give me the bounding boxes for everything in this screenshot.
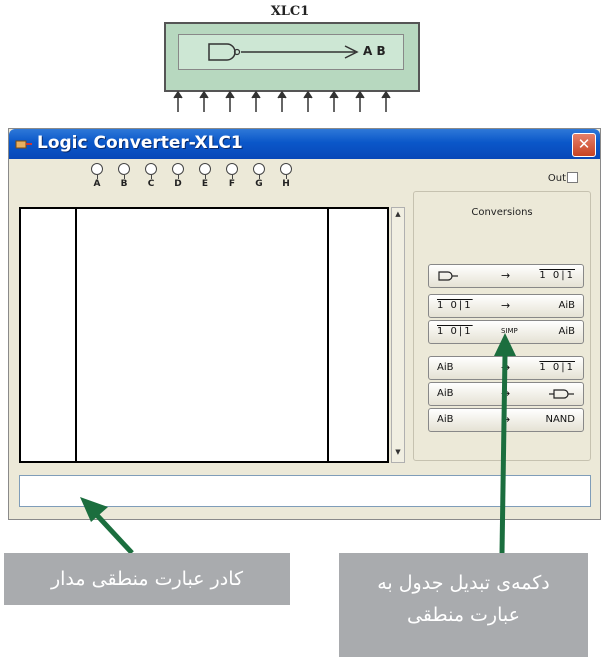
window-titlebar[interactable]: Logic Converter-XLC1 ✕ [9, 129, 600, 159]
conversions-group: Conversions → 1 0|1 1 0|1 → AiB 1 0|1 SI… [413, 191, 591, 461]
input-terminal-a[interactable]: A [89, 163, 105, 190]
circuit-to-truth-table-button[interactable]: → 1 0|1 [428, 264, 584, 288]
expression-to-circuit-button[interactable]: AiB → [428, 382, 584, 406]
arrow-icon: → [501, 361, 511, 374]
scroll-up-icon[interactable]: ▲ [393, 210, 403, 222]
expression-icon: AiB [437, 414, 454, 425]
out-label: Out [547, 173, 566, 184]
expression-icon: AiB [558, 300, 575, 311]
component-pins [164, 90, 420, 130]
input-terminal-b[interactable]: B [116, 163, 132, 190]
logic-converter-window: Logic Converter-XLC1 ✕ A B C D E F G H O… [8, 128, 601, 520]
truth-table-scrollbar[interactable]: ▲ ▼ [391, 207, 405, 463]
truth-table-icon: 1 0|1 [437, 326, 473, 337]
expression-icon: AiB [558, 326, 575, 337]
arrow-icon: → [501, 269, 511, 282]
gate-icon [549, 389, 574, 399]
arrow-icon: → [501, 413, 511, 426]
simp-label: SIMP [501, 327, 518, 335]
truth-table-icon: 1 0|1 [539, 362, 575, 373]
callout-expression-box: کادر عبارت منطقی مدار [4, 553, 290, 605]
callout-line: عبارت منطقی [407, 604, 520, 626]
callout-line: دکمه‌ی تبدیل جدول به [377, 572, 550, 594]
expression-icon: AiB [437, 388, 454, 399]
input-terminal-d[interactable]: D [170, 163, 186, 190]
truth-table-to-expression-button[interactable]: 1 0|1 → AiB [428, 294, 584, 318]
expression-to-truth-table-button[interactable]: AiB → 1 0|1 [428, 356, 584, 380]
input-terminal-c[interactable]: C [143, 163, 159, 190]
gate-icon [438, 271, 458, 281]
expression-to-nand-button[interactable]: AiB → NAND [428, 408, 584, 432]
conversions-title: Conversions [471, 207, 533, 218]
input-terminal-e[interactable]: E [197, 163, 213, 190]
component-title: XLC1 [270, 4, 310, 19]
scroll-down-icon[interactable]: ▼ [393, 448, 403, 460]
truth-table-icon: 1 0|1 [437, 300, 473, 311]
table-divider [75, 209, 77, 461]
expression-icon: AiB [437, 362, 454, 373]
nand-label: NAND [545, 414, 575, 425]
arrow-icon: → [501, 387, 511, 400]
table-divider [327, 209, 329, 461]
out-checkbox[interactable] [567, 172, 578, 183]
input-terminal-g[interactable]: G [251, 163, 267, 190]
logic-converter-component[interactable]: A B [164, 22, 420, 92]
expression-field[interactable] [19, 475, 591, 507]
component-display: A B [178, 34, 404, 70]
truth-table[interactable] [19, 207, 389, 463]
window-title: Logic Converter-XLC1 [37, 133, 243, 153]
component-output-label: A B [363, 44, 386, 58]
close-button[interactable]: ✕ [572, 133, 596, 157]
input-terminal-h[interactable]: H [278, 163, 294, 190]
app-icon [15, 140, 32, 149]
input-terminal-f[interactable]: F [224, 163, 240, 190]
truth-table-icon: 1 0|1 [539, 270, 575, 281]
callout-conversion-button: دکمه‌ی تبدیل جدول به عبارت منطقی [339, 553, 588, 657]
truth-table-to-simplified-expression-button[interactable]: 1 0|1 SIMP AiB [428, 320, 584, 344]
arrow-icon: → [501, 299, 511, 312]
